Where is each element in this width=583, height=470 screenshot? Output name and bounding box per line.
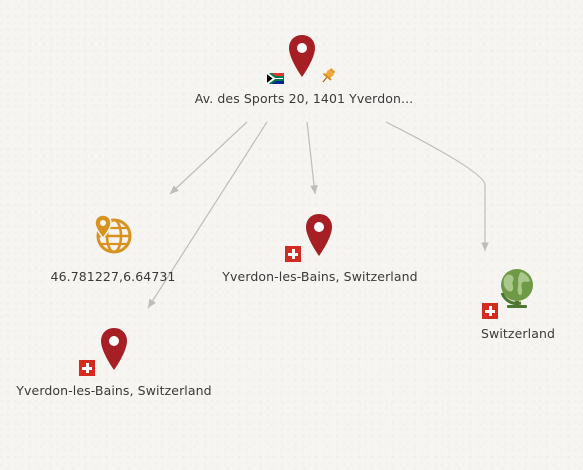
switzerland-flag-icon — [285, 246, 301, 262]
map-pin-icon[interactable] — [288, 34, 316, 82]
pushpin-icon[interactable] — [319, 67, 337, 89]
edge-address-to-country — [385, 121, 489, 251]
switzerland-flag-icon — [79, 360, 95, 376]
coordinates-label[interactable]: 46.781227,6.64731 — [51, 269, 176, 284]
city-left-label[interactable]: Yverdon-les-Bains, Switzerland — [16, 383, 211, 398]
globe-icon[interactable] — [497, 265, 539, 313]
address-label[interactable]: Av. des Sports 20, 1401 Yverdon... — [195, 91, 413, 106]
map-pin-icon[interactable] — [100, 327, 128, 375]
city-center-label[interactable]: Yverdon-les-Bains, Switzerland — [222, 269, 417, 284]
south-africa-flag-icon — [266, 69, 285, 88]
country-label[interactable]: Switzerland — [481, 326, 555, 341]
edge-address-to-city-center — [306, 121, 318, 195]
switzerland-flag-icon — [482, 303, 498, 319]
map-pin-icon[interactable] — [305, 213, 333, 261]
edge-address-to-coordinates — [169, 121, 248, 195]
globe-pin-icon[interactable] — [93, 214, 133, 260]
